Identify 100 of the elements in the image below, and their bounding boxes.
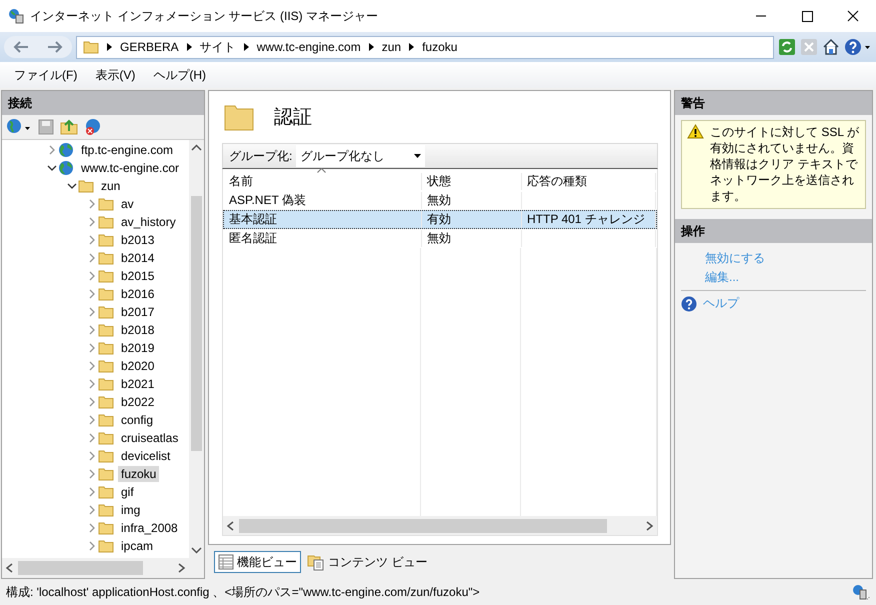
menu-item[interactable]: ファイル(F) (6, 64, 86, 86)
tree-item[interactable]: zun (98, 178, 124, 194)
tree-item[interactable]: www.tc-engine.cor (78, 160, 182, 176)
tree-item[interactable]: cruiseatlas (118, 430, 182, 446)
breadcrumb-item[interactable]: www.tc-engine.com (256, 40, 361, 54)
warning-icon (687, 124, 704, 139)
folder-icon (98, 287, 114, 301)
tree-item[interactable]: b2017 (118, 304, 158, 320)
menu-item[interactable]: 表示(V) (87, 64, 144, 86)
table-cell: 有効 (422, 211, 522, 228)
tree-item[interactable]: av_history (118, 214, 179, 230)
warning-message: このサイトに対して SSL が有効にされていません。資格情報はクリア テキストでネットワーク上を送信されます。 (710, 124, 860, 204)
table-cell: ASP.NET 偽装 (224, 192, 422, 209)
back-button[interactable] (12, 40, 30, 54)
table-row[interactable]: 匿名認証 無効 (223, 229, 657, 248)
folder-icon (98, 323, 114, 337)
folder-icon (98, 521, 114, 535)
table-cell: 基本認証 (224, 211, 422, 228)
folder-icon (98, 431, 114, 445)
tree-item[interactable]: infra_2008 (118, 520, 181, 536)
panel-title: 操作 (675, 219, 872, 243)
page-title: 認証 (274, 106, 312, 130)
table-cell: 無効 (422, 230, 522, 247)
tree-item[interactable]: b2018 (118, 322, 158, 338)
tree-item[interactable]: b2020 (118, 358, 158, 374)
grid-view-icon (218, 554, 234, 570)
folder-icon (98, 251, 114, 265)
folder-icon (83, 40, 99, 54)
documents-icon (307, 553, 325, 571)
column-header[interactable]: 名前 (224, 173, 422, 190)
folder-icon (98, 449, 114, 463)
view-tab[interactable]: 機能ビュー (214, 551, 301, 573)
folder-icon (98, 485, 114, 499)
scrollbar-thumb[interactable] (239, 518, 607, 532)
column-header[interactable]: 応答の種類 (522, 173, 656, 190)
tree-item[interactable]: b2014 (118, 250, 158, 266)
collapse-chevron-icon[interactable] (66, 181, 78, 191)
breadcrumb-item[interactable]: GERBERA (120, 40, 179, 54)
connect-button[interactable] (6, 118, 32, 136)
breadcrumb-arrow-icon (409, 43, 414, 51)
tree-item[interactable]: config (118, 412, 156, 428)
group-by-label: グループ化: (229, 148, 292, 164)
collapse-chevron-icon[interactable] (46, 163, 58, 173)
breadcrumb-arrow-icon (368, 43, 374, 51)
forward-button[interactable] (46, 40, 64, 54)
folder-icon (224, 103, 254, 131)
scrollbar-thumb[interactable] (191, 196, 202, 451)
tree-item[interactable]: b2015 (118, 268, 158, 284)
home-button[interactable] (822, 38, 840, 56)
group-by-dropdown[interactable]: グループ化なし (296, 145, 426, 167)
globe-icon (58, 142, 74, 158)
panel-title: 接続 (2, 91, 204, 115)
tree-item[interactable]: img (118, 502, 144, 518)
folder-icon (98, 377, 114, 391)
view-tab[interactable]: コンテンツ ビュー (303, 551, 432, 573)
help-button[interactable] (844, 38, 872, 56)
table-row[interactable]: 基本認証 有効 HTTP 401 チャレンジ (223, 210, 657, 229)
app-icon (8, 8, 24, 24)
folder-icon (98, 359, 114, 373)
disconnect-button[interactable] (84, 118, 102, 136)
tree-item[interactable]: b2016 (118, 286, 158, 302)
tree-item[interactable]: devicelist (118, 448, 174, 464)
breadcrumb-arrow-icon (244, 43, 249, 51)
folder-icon (98, 503, 114, 517)
tree-item[interactable]: b2022 (118, 394, 158, 410)
folder-icon (98, 215, 114, 229)
tree-item[interactable]: b2021 (118, 376, 158, 392)
tree-item[interactable]: fuzoku (118, 466, 160, 482)
tree-item[interactable]: ftp.tc-engine.com (78, 142, 176, 158)
table-cell: HTTP 401 チャレンジ (522, 211, 656, 228)
scrollbar-thumb[interactable] (18, 561, 143, 575)
folder-icon (98, 305, 114, 319)
table-cell: 無効 (422, 192, 522, 209)
breadcrumb-arrow-icon (186, 43, 192, 51)
tree-item[interactable]: b2019 (118, 340, 158, 356)
server-icon (852, 584, 870, 600)
tree-item[interactable]: ipcam (118, 538, 156, 554)
window-title: インターネット インフォメーション サービス (IIS) マネージャー (30, 8, 379, 24)
folder-icon (98, 467, 114, 481)
breadcrumb-item[interactable]: zun (382, 40, 402, 54)
column-header[interactable]: 状態 (422, 173, 522, 190)
folder-icon (78, 179, 94, 193)
up-folder-button[interactable] (60, 119, 78, 135)
panel-title: 警告 (675, 91, 872, 115)
menu-item[interactable]: ヘルプ(H) (145, 64, 214, 86)
dropdown-arrow-icon (414, 154, 422, 158)
refresh-button[interactable] (778, 38, 796, 56)
table-cell: 匿名認証 (224, 230, 422, 247)
status-text: 構成: 'localhost' applicationHost.config 、<場所のパス="www.tc-engine.com/zun/fuzoku"> (6, 584, 481, 600)
folder-icon (98, 197, 114, 211)
globe-icon (58, 160, 74, 176)
table-row[interactable]: ASP.NET 偽装 無効 (223, 191, 657, 210)
tree-item[interactable]: av (118, 196, 137, 212)
tree-item[interactable]: b2013 (118, 232, 158, 248)
breadcrumb-item[interactable]: fuzoku (422, 40, 458, 54)
folder-icon (98, 395, 114, 409)
breadcrumb-item[interactable]: サイト (200, 38, 236, 56)
tree-item[interactable]: gif (118, 484, 137, 500)
save-button[interactable] (38, 119, 54, 135)
folder-icon (98, 539, 114, 553)
